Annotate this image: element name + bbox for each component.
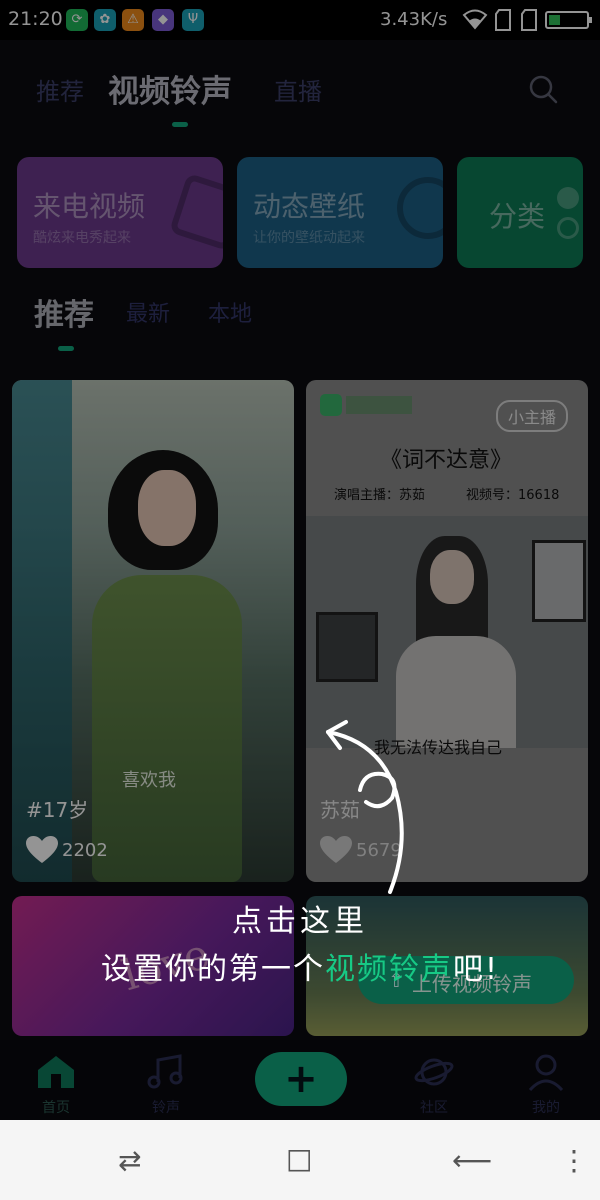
home-square-icon[interactable]: □ <box>286 1142 312 1175</box>
menu-icon[interactable]: ⋮ <box>560 1144 588 1177</box>
back-icon[interactable]: ⟵ <box>452 1144 492 1177</box>
guide-text-suffix: 吧! <box>452 952 500 987</box>
guide-text-line1: 点击这里 <box>232 904 368 939</box>
switch-apps-icon[interactable]: ⇄ <box>118 1144 141 1177</box>
guide-text-prefix: 设置你的第一个 <box>100 952 325 987</box>
guide-arrow-icon <box>300 712 420 916</box>
guide-text-line2: 设置你的第一个视频铃声吧! <box>0 944 600 988</box>
system-nav-bar: ⇄ □ ⟵ ⋮ <box>0 1120 600 1200</box>
guide-text-highlight: 视频铃声 <box>324 952 453 987</box>
